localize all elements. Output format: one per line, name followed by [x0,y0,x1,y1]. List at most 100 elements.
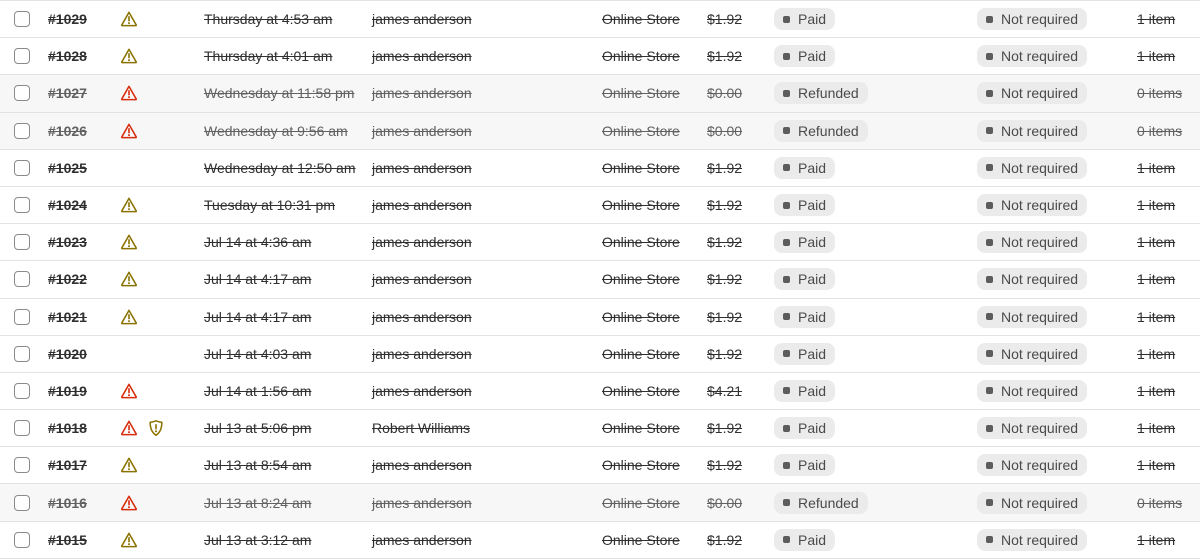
order-number[interactable]: #1017 [48,447,87,483]
row-checkbox[interactable] [14,531,30,548]
row-checkbox[interactable] [14,11,30,28]
order-number[interactable]: #1023 [48,224,87,260]
row-checkbox-cell[interactable] [14,373,30,409]
item-count[interactable]: 1 item [1137,410,1175,446]
row-checkbox-cell[interactable] [14,299,30,335]
status-dot-icon [986,52,993,60]
item-count[interactable]: 1 item [1137,373,1175,409]
row-checkbox-cell[interactable] [14,187,30,223]
item-count[interactable]: 1 item [1137,187,1175,223]
row-checkbox-cell[interactable] [14,336,30,372]
row-checkbox-cell[interactable] [14,224,30,260]
table-row[interactable]: #1016 Jul 13 at 8:24 am james anderson O… [0,484,1200,522]
item-count[interactable]: 1 item [1137,1,1175,37]
customer-name[interactable]: james anderson [372,224,472,260]
fulfillment-status-badge: Not required [977,491,1088,514]
customer-name[interactable]: james anderson [372,522,472,558]
table-row[interactable]: #1018 Jul 13 at 5:06 pm Robert Williams … [0,410,1200,448]
row-checkbox[interactable] [14,457,30,474]
customer-name[interactable]: james anderson [372,484,472,520]
order-number[interactable]: #1015 [48,522,87,558]
table-row[interactable]: #1022 Jul 14 at 4:17 am james anderson O… [0,261,1200,299]
customer-name[interactable]: james anderson [372,75,472,111]
item-count[interactable]: 1 item [1137,522,1175,558]
item-count[interactable]: 1 item [1137,336,1175,372]
row-checkbox-cell[interactable] [14,447,30,483]
row-checkbox[interactable] [14,382,30,399]
order-number[interactable]: #1018 [48,410,87,446]
row-checkbox-cell[interactable] [14,410,30,446]
table-row[interactable]: #1021 Jul 14 at 4:17 am james anderson O… [0,299,1200,336]
order-number[interactable]: #1022 [48,261,87,297]
order-number[interactable]: #1024 [48,187,87,223]
customer-name[interactable]: james anderson [372,299,472,335]
table-row[interactable]: #1026 Wednesday at 9:56 am james anderso… [0,112,1200,150]
table-row[interactable]: #1019 Jul 14 at 1:56 am james anderson O… [0,373,1200,411]
item-count[interactable]: 1 item [1137,447,1175,483]
order-number[interactable]: #1021 [48,299,87,335]
fulfillment-status-label: Not required [1001,531,1079,548]
table-row[interactable]: #1029 Thursday at 4:53 am james anderson… [0,1,1200,39]
table-row[interactable]: #1028 Thursday at 4:01 am james anderson… [0,38,1200,76]
table-row[interactable]: #1024 Tuesday at 10:31 pm james anderson… [0,187,1200,225]
sales-channel: Online Store [602,382,680,399]
customer-name[interactable]: Robert Williams [372,410,470,446]
payment-status-cell: Paid [774,150,836,186]
customer-name[interactable]: james anderson [372,373,472,409]
customer-name[interactable]: james anderson [372,113,472,149]
row-checkbox-cell[interactable] [14,75,30,111]
customer-name[interactable]: james anderson [372,1,472,37]
row-checkbox[interactable] [14,420,30,437]
fulfillment-status-badge: Not required [977,45,1088,68]
row-checkbox[interactable] [14,48,30,65]
item-count[interactable]: 1 item [1137,150,1175,186]
customer-name[interactable]: james anderson [372,38,472,74]
row-checkbox[interactable] [14,308,30,325]
row-checkbox-cell[interactable] [14,113,30,149]
fulfillment-status-cell: Not required [977,150,1088,186]
row-checkbox[interactable] [14,159,30,176]
row-checkbox[interactable] [14,271,30,288]
row-checkbox[interactable] [14,122,30,139]
row-checkbox[interactable] [14,494,30,511]
order-number[interactable]: #1019 [48,373,87,409]
row-checkbox[interactable] [14,345,30,362]
item-count[interactable]: 0 items [1137,113,1182,149]
row-checkbox[interactable] [14,85,30,102]
table-row[interactable]: #1023 Jul 14 at 4:36 am james anderson O… [0,224,1200,262]
item-count[interactable]: 1 item [1137,224,1175,260]
order-number[interactable]: #1028 [48,38,87,74]
customer-name[interactable]: james anderson [372,261,472,297]
row-checkbox-cell[interactable] [14,522,30,558]
row-checkbox-cell[interactable] [14,150,30,186]
customer-name[interactable]: james anderson [372,447,472,483]
order-number[interactable]: #1025 [48,150,87,186]
table-row[interactable]: #1027 Wednesday at 11:58 pm james anders… [0,75,1200,113]
table-row[interactable]: #1015 Jul 13 at 3:12 am james anderson O… [0,522,1200,559]
order-number[interactable]: #1020 [48,336,87,372]
row-checkbox[interactable] [14,197,30,214]
payment-status-badge: Paid [774,342,836,365]
row-checkbox[interactable] [14,234,30,251]
table-row[interactable]: #1017 Jul 13 at 8:54 am james anderson O… [0,447,1200,485]
risk-icon-slot-1 [120,261,138,297]
item-count[interactable]: 1 item [1137,38,1175,74]
item-count[interactable]: 0 items [1137,484,1182,520]
row-checkbox-cell[interactable] [14,261,30,297]
table-row[interactable]: #1020 Jul 14 at 4:03 am james anderson O… [0,336,1200,373]
row-checkbox-cell[interactable] [14,38,30,74]
row-checkbox-cell[interactable] [14,484,30,520]
customer-name[interactable]: james anderson [372,187,472,223]
item-count[interactable]: 1 item [1137,299,1175,335]
table-row[interactable]: #1025 Wednesday at 12:50 am james anders… [0,150,1200,187]
order-number[interactable]: #1016 [48,484,87,520]
customer-name[interactable]: james anderson [372,336,472,372]
customer-name[interactable]: james anderson [372,150,472,186]
order-number[interactable]: #1026 [48,113,87,149]
row-checkbox-cell[interactable] [14,1,30,37]
item-count[interactable]: 0 items [1137,75,1182,111]
item-count[interactable]: 1 item [1137,261,1175,297]
order-number[interactable]: #1029 [48,1,87,37]
payment-status-badge: Paid [774,454,836,477]
order-number[interactable]: #1027 [48,75,87,111]
